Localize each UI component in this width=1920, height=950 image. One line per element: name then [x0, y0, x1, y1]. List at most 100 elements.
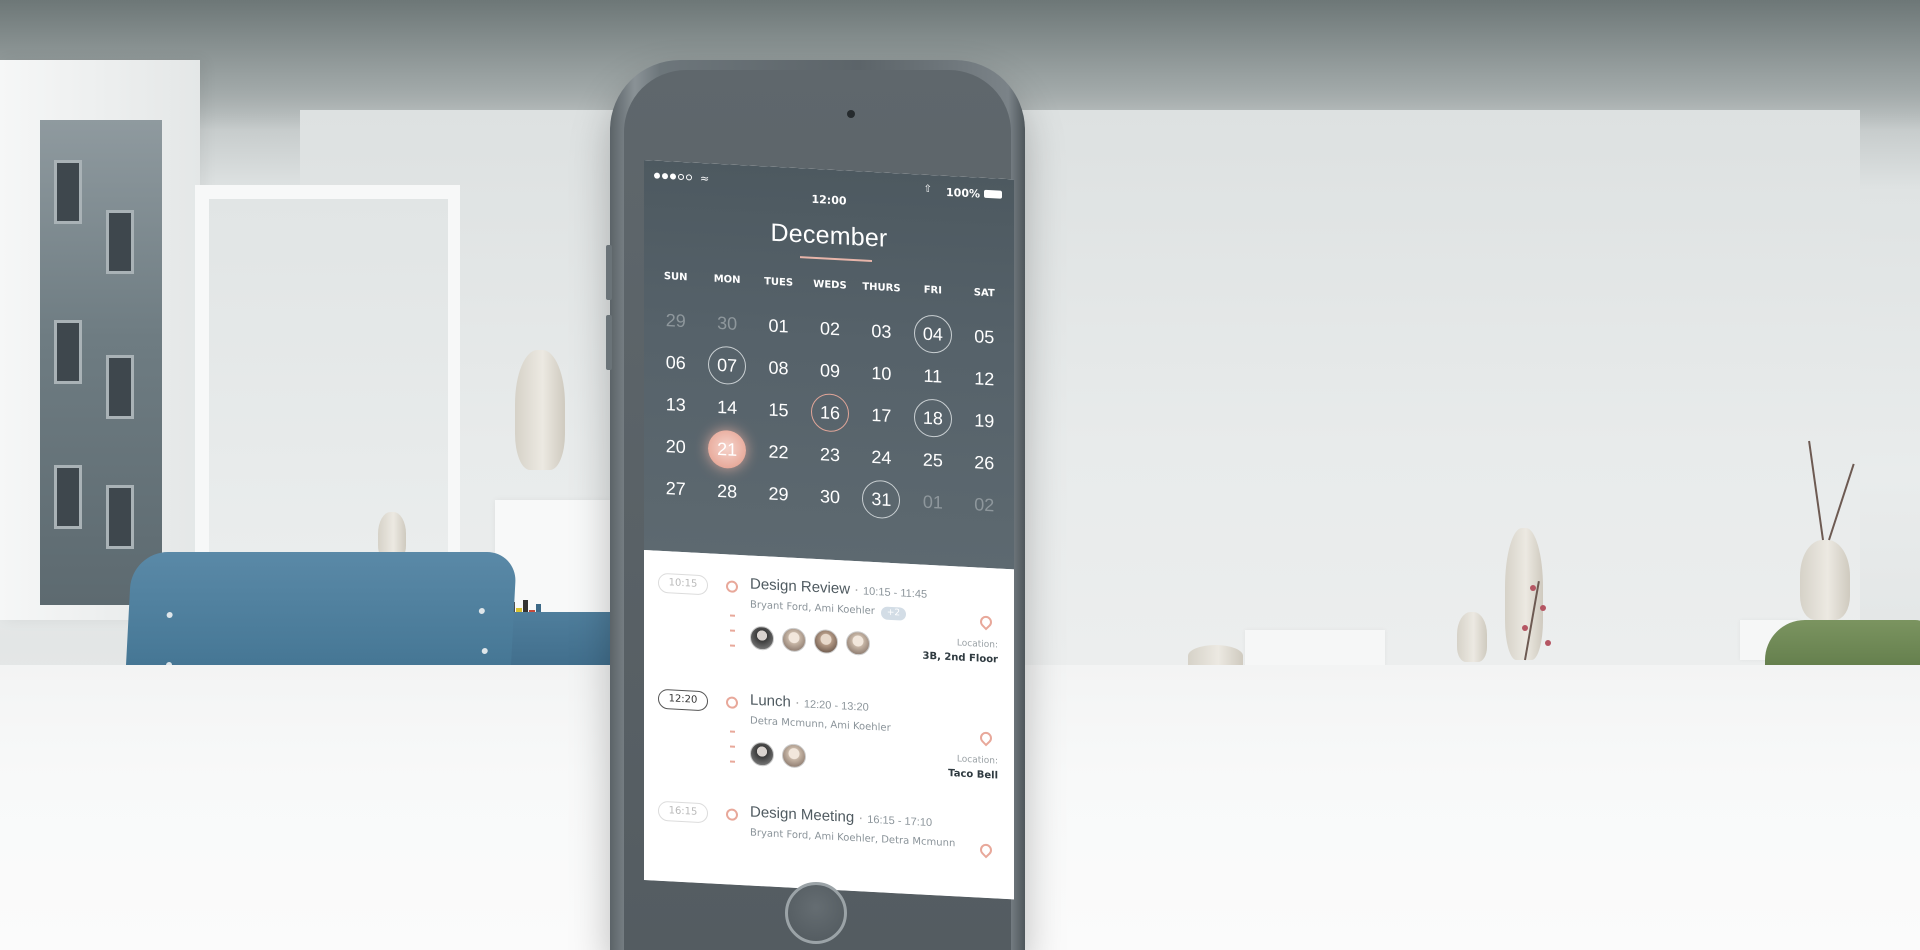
bluetooth-icon: ⇧ [923, 183, 932, 196]
open-door [195, 185, 460, 570]
weekday-label: TUES [764, 276, 794, 289]
day-number: 23 [819, 443, 840, 465]
timeline-dash [730, 629, 735, 632]
calendar-day[interactable]: 07 [701, 343, 752, 388]
event-time-range: 12:20 - 13:20 [803, 698, 869, 714]
avatar[interactable] [782, 743, 806, 769]
calendar-day[interactable]: 18 [907, 396, 958, 441]
calendar-day[interactable]: 24 [856, 435, 907, 480]
calendar-day[interactable]: 23 [804, 432, 855, 477]
white-vase [515, 350, 565, 470]
day-number: 30 [819, 485, 840, 507]
day-number: 18 [913, 398, 952, 439]
blossom [1522, 625, 1528, 631]
avatar[interactable] [750, 625, 774, 651]
month-underline [800, 256, 872, 262]
month-title[interactable]: December [644, 212, 1014, 260]
day-number: 10 [871, 362, 892, 384]
calendar-day[interactable]: 15 [753, 388, 804, 433]
event-time-pill[interactable]: 12:20 [658, 688, 708, 712]
calendar-day[interactable]: 02 [804, 306, 855, 351]
smartphone: ≈ 12:00 ⇧ 100% December SUN MON TUES WEDS TH… [606, 60, 1025, 950]
day-number: 27 [665, 477, 686, 499]
calendar-day[interactable]: 02 [959, 482, 1010, 527]
day-number: 22 [768, 441, 789, 463]
calendar-day[interactable]: 01 [907, 480, 958, 525]
calendar-day[interactable]: 26 [959, 440, 1010, 485]
calendar-day[interactable]: 30 [804, 474, 855, 519]
event-list: 10:15 Design Review · 10:15 - 11:45 Bryant F… [644, 550, 1014, 900]
weekday-label: SAT [973, 287, 995, 300]
timeline-dash [730, 745, 735, 748]
low-cabinet [1245, 630, 1385, 670]
calendar-day[interactable]: 29 [753, 472, 804, 517]
calendar-day[interactable]: 13 [650, 382, 701, 427]
calendar-day[interactable]: 25 [907, 438, 958, 483]
event-title: Design Review · 10:15 - 11:45 [750, 576, 927, 602]
calendar-day[interactable]: 29 [650, 298, 701, 343]
location-pin-icon[interactable] [977, 841, 995, 859]
event-time-pill[interactable]: 10:15 [658, 572, 708, 596]
building-window [54, 160, 82, 224]
building-window [106, 210, 134, 274]
location-pin-icon[interactable] [977, 613, 995, 631]
event-attendees: Detra Mcmunn, Ami Koehler [750, 716, 891, 734]
calendar-day[interactable]: 17 [856, 393, 907, 438]
day-number: 01 [768, 315, 789, 337]
day-number: 08 [768, 357, 789, 379]
calendar-day[interactable]: 03 [856, 309, 907, 354]
calendar-day[interactable]: 05 [959, 314, 1010, 359]
day-number: 07 [708, 345, 747, 386]
volume-down-button[interactable] [606, 315, 612, 370]
avatar[interactable] [846, 630, 870, 656]
chair-screw [166, 612, 173, 618]
avatar[interactable] [750, 741, 774, 767]
calendar-day[interactable]: 31 [856, 477, 907, 522]
calendar-day[interactable]: 28 [701, 469, 752, 514]
event-item[interactable]: 16:15 Design Meeting · 16:15 - 17:10 Bryant … [644, 778, 1014, 899]
stone-decor [1188, 645, 1243, 667]
attendee-names: Detra Mcmunn, Ami Koehler [750, 715, 891, 734]
calendar-day[interactable]: 27 [650, 466, 701, 511]
calendar-day[interactable]: 21 [701, 427, 752, 472]
vase-with-branches [1800, 540, 1850, 620]
avatar[interactable] [814, 628, 838, 655]
building-window [106, 485, 134, 549]
event-name: Design Meeting [750, 803, 855, 827]
weekday-label: SUN [663, 271, 688, 284]
calendar-day[interactable]: 22 [753, 430, 804, 475]
day-number: 26 [974, 451, 995, 473]
calendar-day[interactable]: 06 [650, 340, 701, 385]
calendar-day[interactable]: 20 [650, 424, 701, 469]
calendar-day[interactable]: 09 [804, 348, 855, 393]
blossom [1540, 605, 1546, 611]
volume-up-button[interactable] [606, 245, 612, 300]
home-button[interactable] [785, 882, 847, 944]
separator-dot: · [858, 809, 864, 827]
attendee-names: Bryant Ford, Ami Koehler [750, 599, 875, 618]
window-view [40, 120, 162, 605]
event-title: Lunch · 12:20 - 13:20 [750, 692, 869, 715]
more-attendees-badge[interactable]: +2 [880, 606, 907, 621]
location-label: Location: [956, 638, 998, 651]
calendar-day[interactable]: 30 [701, 301, 752, 346]
event-time-pill[interactable]: 16:15 [658, 800, 708, 824]
timeline-dash [730, 760, 735, 763]
calendar-grid: 29 30 01 02 03 04 05 06 07 08 09 10 11 12 13 14 15 16 17 18… [650, 298, 1010, 527]
small-vase [1457, 612, 1487, 662]
day-number: 25 [922, 449, 943, 471]
calendar-day[interactable]: 04 [907, 312, 958, 357]
calendar-day[interactable]: 08 [753, 346, 804, 391]
day-number: 29 [665, 309, 686, 331]
calendar-day[interactable]: 14 [701, 385, 752, 430]
calendar-day[interactable]: 11 [907, 354, 958, 399]
calendar-day[interactable]: 10 [856, 351, 907, 396]
location-pin-icon[interactable] [977, 729, 995, 747]
calendar-day[interactable]: 12 [959, 356, 1010, 401]
avatar[interactable] [782, 627, 806, 653]
calendar-day[interactable]: 16 [804, 390, 855, 435]
building-window [106, 355, 134, 419]
signal-dots-icon [654, 172, 692, 181]
calendar-day[interactable]: 19 [959, 398, 1010, 443]
calendar-day[interactable]: 01 [753, 304, 804, 349]
